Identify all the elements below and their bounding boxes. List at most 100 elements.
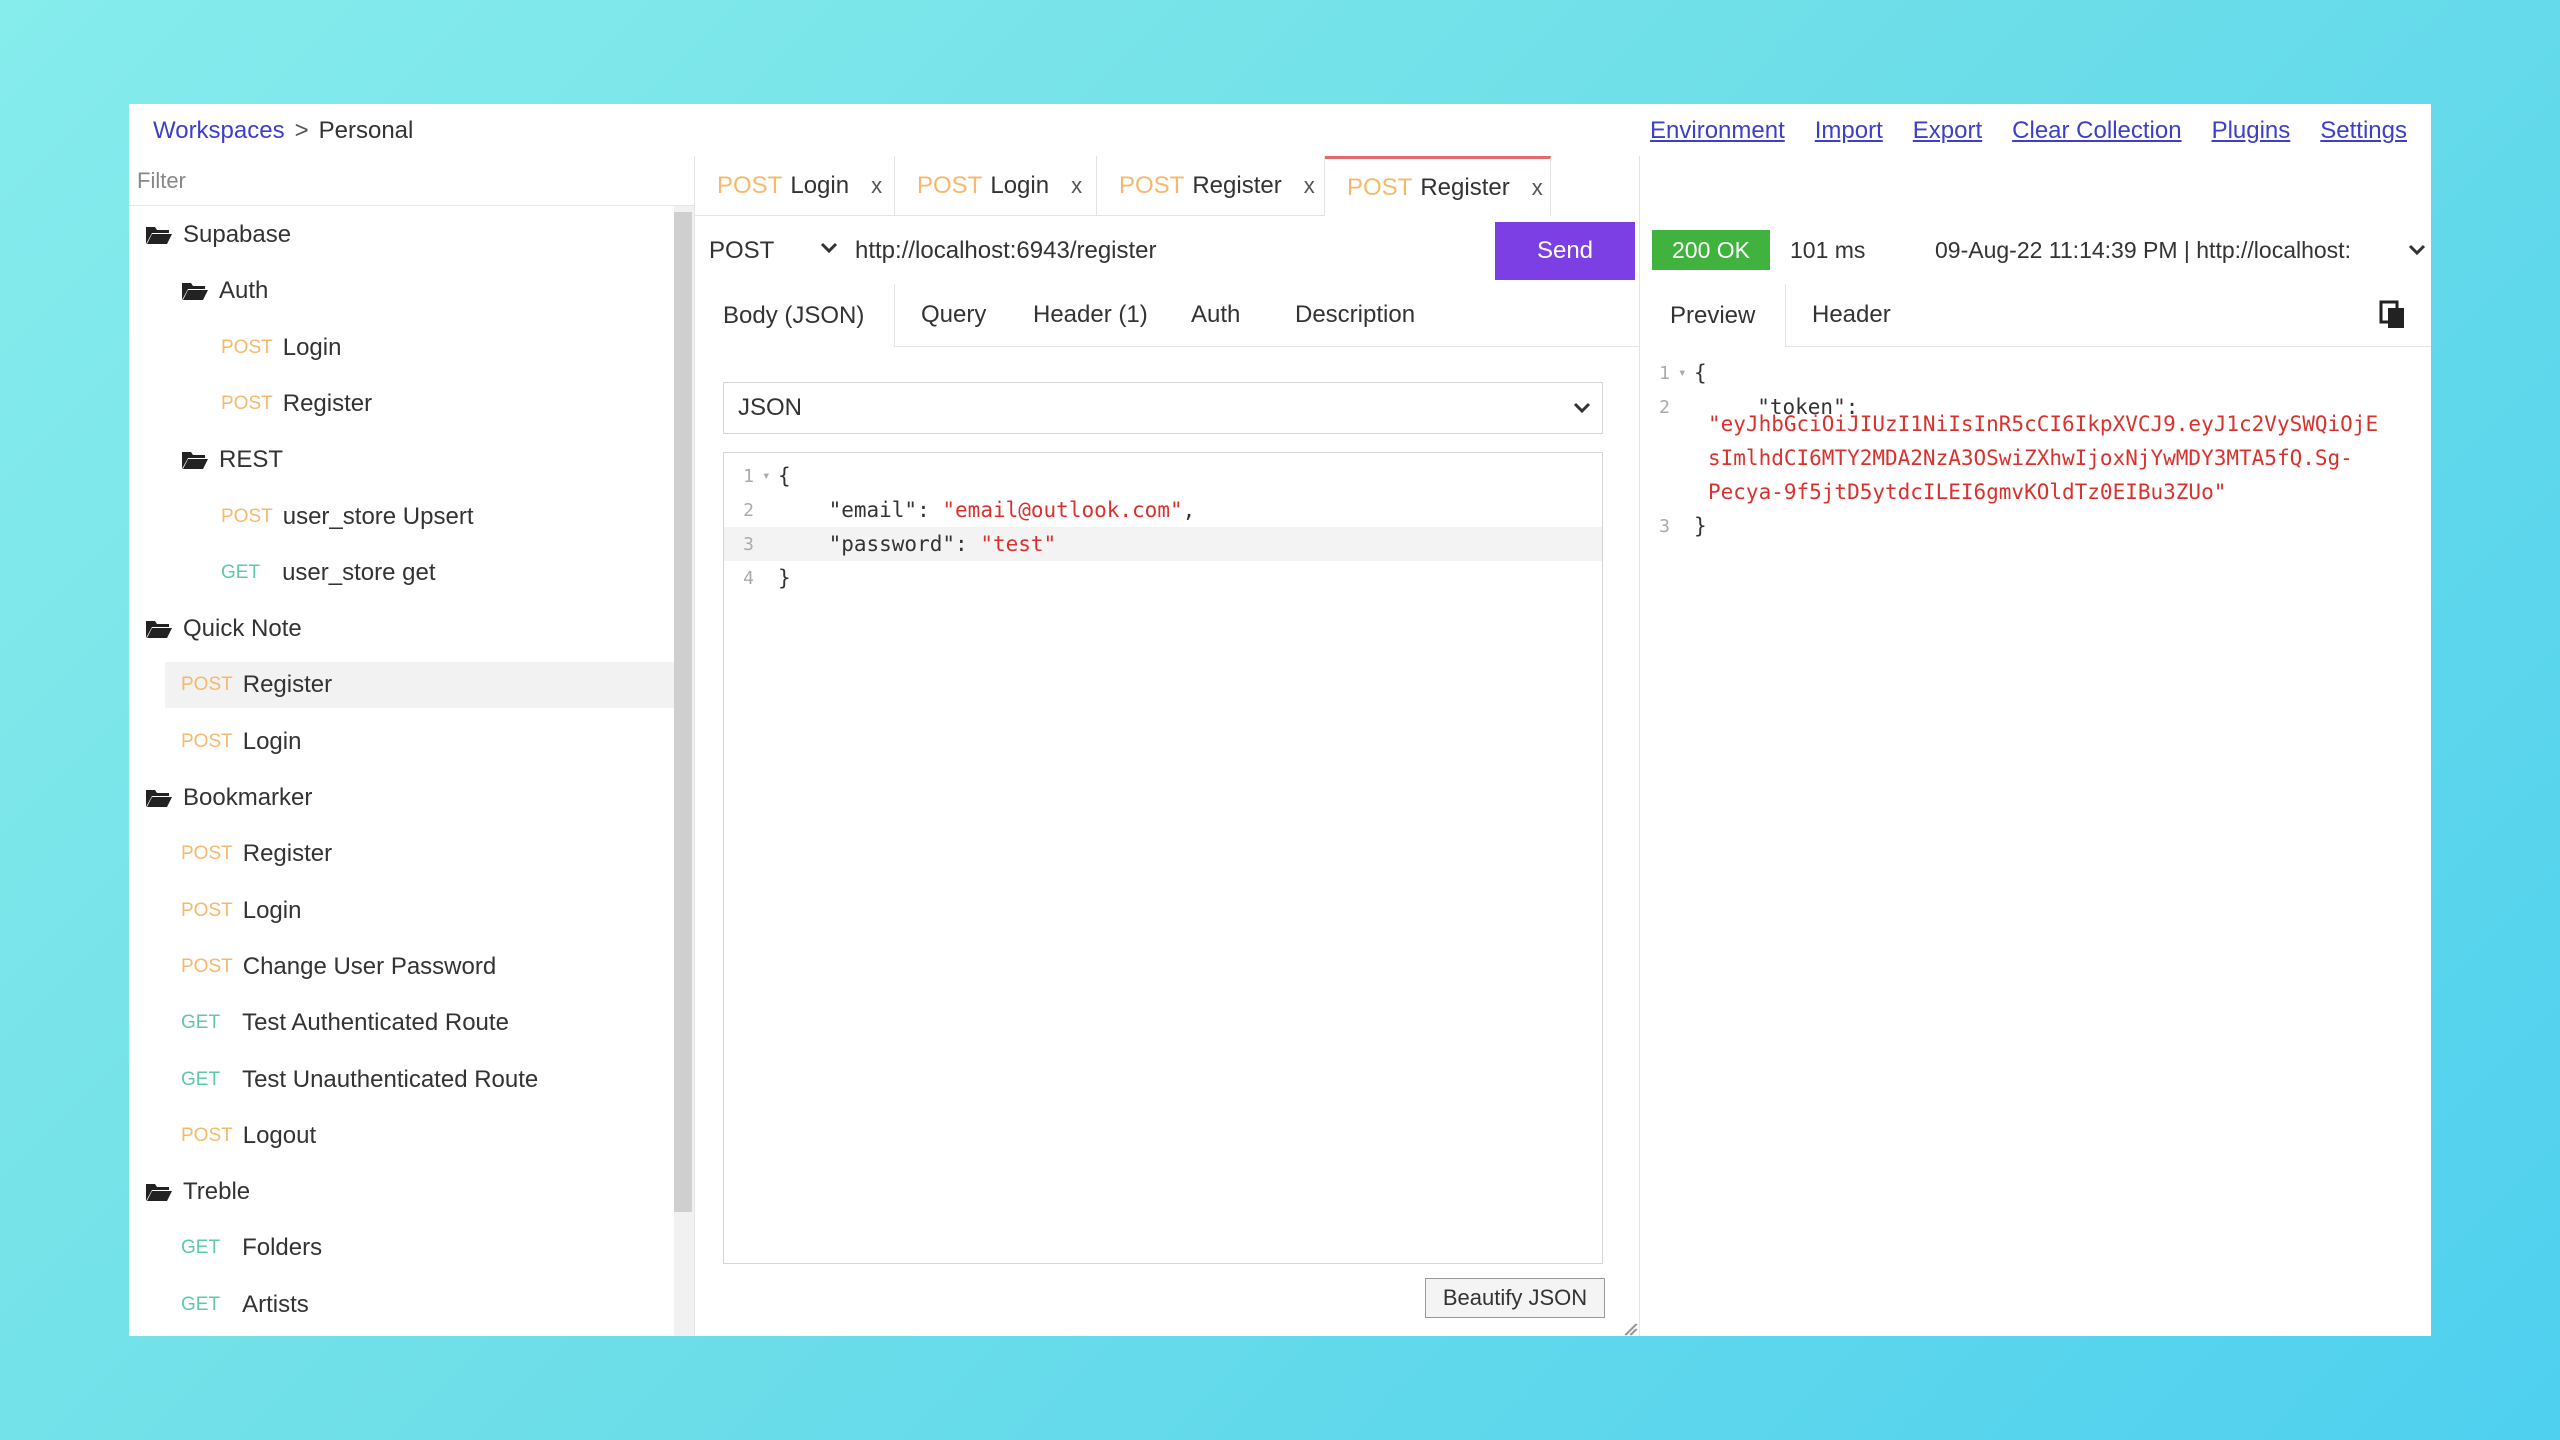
request-item[interactable]: POST Logout <box>129 1113 674 1159</box>
method-label: POST <box>181 900 233 921</box>
tab-close-button[interactable]: x <box>1304 173 1315 199</box>
request-item[interactable]: POST Change User Password <box>129 944 674 990</box>
environment-link[interactable]: Environment <box>1650 117 1785 145</box>
folder-open-icon <box>146 790 172 807</box>
tab-post-register-1[interactable]: POST Register x <box>1097 156 1325 216</box>
item-label: Test Unauthenticated Route <box>242 1066 539 1093</box>
tab-body-json[interactable]: Body (JSON) <box>695 284 896 347</box>
method-label: GET <box>181 1069 221 1090</box>
request-item[interactable]: POST user_store Upsert <box>129 494 674 540</box>
tab-label: Register <box>1192 171 1282 199</box>
url-input[interactable]: http://localhost:6943/register <box>855 222 1157 280</box>
line-number: 1 <box>743 465 754 487</box>
filter-input[interactable] <box>129 156 694 206</box>
tab-response-header[interactable]: Header <box>1812 284 1891 346</box>
request-item[interactable]: POST Register <box>165 662 674 708</box>
folder-open-icon <box>146 621 172 638</box>
request-item[interactable]: GET Test Unauthenticated Route <box>129 1057 674 1103</box>
fold-toggle-icon[interactable]: ▾ <box>1678 365 1694 381</box>
item-label: Folders <box>242 1234 323 1261</box>
import-link[interactable]: Import <box>1815 117 1883 145</box>
breadcrumb-current: Personal <box>318 117 414 144</box>
tab-close-button[interactable]: x <box>871 173 882 199</box>
app-window: Workspaces > Personal Environment Import E… <box>129 104 2431 1336</box>
item-label: user_store Upsert <box>282 503 474 530</box>
request-item[interactable]: GET Folders <box>129 1225 674 1271</box>
request-item[interactable]: POST Register <box>129 831 674 877</box>
item-label: Supabase <box>183 221 292 248</box>
fold-toggle-icon[interactable]: ▾ <box>762 468 778 484</box>
method-label: GET <box>181 1012 221 1033</box>
body-type-value: JSON <box>738 394 803 421</box>
code-line-active: 3 "password": "test" <box>724 527 1602 561</box>
item-label: Quick Note <box>183 615 302 642</box>
top-nav: Environment Import Export Clear Collecti… <box>1650 117 2407 145</box>
code-line: 1 ▾{ <box>1640 356 2431 390</box>
body-type-select[interactable]: JSON <box>723 382 1603 434</box>
request-section-tabs: Body (JSON) Query Header (1) Auth Descri… <box>695 284 1640 347</box>
tab-query[interactable]: Query <box>921 284 986 346</box>
tab-auth[interactable]: Auth <box>1191 284 1240 346</box>
method-label: GET <box>221 562 261 583</box>
request-item[interactable]: POST Login <box>129 719 674 765</box>
chevron-down-icon[interactable] <box>2407 240 2427 260</box>
export-link[interactable]: Export <box>1913 117 1982 145</box>
request-item[interactable]: GET user_store get <box>129 550 674 596</box>
tab-method: POST <box>1119 171 1185 199</box>
line-number: 3 <box>1659 515 1670 537</box>
method-label: POST <box>221 337 273 358</box>
request-body-editor[interactable]: 1 ▾{ 2 "email": "email@outlook.com", 3 "p… <box>723 452 1603 1264</box>
json-string: "test" <box>980 532 1057 556</box>
response-tabs: Preview Header <box>1640 284 2431 347</box>
response-time: 101 ms <box>1790 236 1866 263</box>
clear-collection-link[interactable]: Clear Collection <box>2012 117 2181 145</box>
tab-post-login-1[interactable]: POST Login x <box>695 156 895 216</box>
folder-item[interactable]: Supabase <box>129 212 674 258</box>
folder-item[interactable]: Bookmarker <box>129 775 674 821</box>
item-label: Auth <box>219 277 269 304</box>
sidebar-scrollbar-thumb[interactable] <box>674 212 692 1212</box>
folder-item[interactable]: Quick Note <box>129 606 674 652</box>
breadcrumb-workspaces[interactable]: Workspaces <box>153 117 285 144</box>
sidebar: Supabase Auth POST Login POST Register REST POS… <box>129 156 694 1336</box>
request-item[interactable]: GET Test Authenticated Route <box>129 1000 674 1046</box>
method-select[interactable]: POST <box>709 222 839 280</box>
item-label: Artists <box>242 1291 309 1318</box>
plugins-link[interactable]: Plugins <box>2212 117 2291 145</box>
tab-preview[interactable]: Preview <box>1640 284 1787 347</box>
send-button[interactable]: Send <box>1495 222 1635 280</box>
breadcrumb: Workspaces > Personal <box>153 117 413 145</box>
breadcrumb-separator: > <box>294 117 309 144</box>
folder-item[interactable]: Auth <box>129 268 674 314</box>
folder-open-icon <box>182 283 208 300</box>
tab-description[interactable]: Description <box>1295 284 1415 346</box>
json-key: "email" <box>828 498 918 522</box>
settings-link[interactable]: Settings <box>2320 117 2407 145</box>
copy-icon[interactable] <box>2379 300 2407 330</box>
tab-close-button[interactable]: x <box>1532 175 1543 201</box>
line-number: 4 <box>743 567 754 589</box>
resize-grip-icon[interactable] <box>1624 1322 1638 1336</box>
method-label: POST <box>181 674 233 695</box>
request-item[interactable]: GET Artists <box>129 1282 674 1328</box>
line-number: 2 <box>743 499 754 521</box>
token-value-line-1: "eyJhbGciOiJIUzI1NiIsInR5cCI6IkpXVCJ9.ey… <box>1708 412 2379 436</box>
beautify-json-button[interactable]: Beautify JSON <box>1425 1278 1605 1318</box>
item-label: REST <box>219 446 284 473</box>
method-label: POST <box>181 1125 233 1146</box>
folder-item[interactable]: Treble <box>129 1169 674 1215</box>
request-item[interactable]: POST Login <box>129 325 674 371</box>
tab-post-login-2[interactable]: POST Login x <box>895 156 1097 216</box>
history-select[interactable]: 09-Aug-22 11:14:39 PM | http://localhost… <box>1935 230 2351 270</box>
folder-open-icon <box>146 227 172 244</box>
item-label: Register <box>242 671 333 698</box>
item-label: user_store get <box>282 559 436 586</box>
tab-close-button[interactable]: x <box>1071 173 1082 199</box>
token-value-line-3: Pecya-9f5jtD5ytdcILEI6gmvKOldTz0EIBu3ZUo… <box>1708 480 2227 504</box>
tab-post-register-2[interactable]: POST Register x <box>1325 156 1551 216</box>
item-label: Bookmarker <box>183 784 313 811</box>
request-item[interactable]: POST Login <box>129 888 674 934</box>
request-item[interactable]: POST Register <box>129 381 674 427</box>
folder-item[interactable]: REST <box>129 437 674 483</box>
tab-header[interactable]: Header (1) <box>1033 284 1148 346</box>
